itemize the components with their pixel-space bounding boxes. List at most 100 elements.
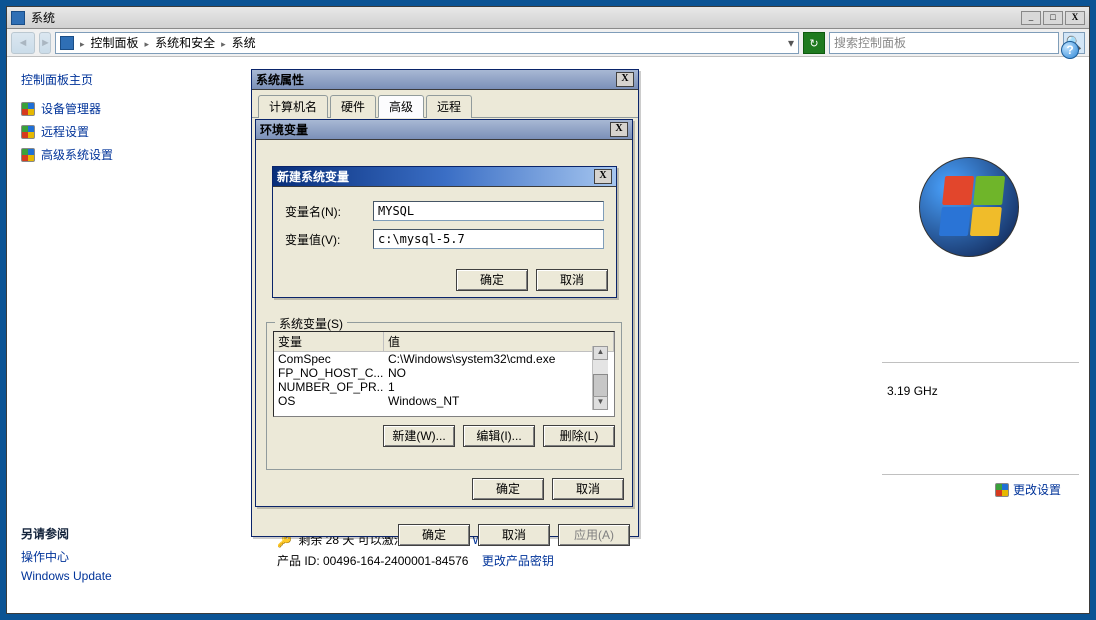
breadcrumb-root[interactable]: 控制面板 [91,34,139,51]
product-id-text: 产品 ID: 00496-164-2400001-84576 [277,554,468,568]
list-row[interactable]: NUMBER_OF_PR...1 [274,380,614,394]
search-placeholder: 搜索控制面板 [834,34,1054,51]
maximize-button[interactable]: □ [1043,11,1063,25]
var-name: OS [274,394,384,408]
env-vars-close-button[interactable]: X [610,122,628,137]
newvar-body: 变量名(N): 变量值(V): [273,187,616,263]
list-row[interactable]: FP_NO_HOST_C...NO [274,366,614,380]
env-vars-titlebar[interactable]: 环境变量 X [256,120,632,140]
shield-icon [21,102,35,116]
col-variable[interactable]: 变量 [274,332,384,351]
change-settings-label: 更改设置 [1013,481,1061,498]
titlebar[interactable]: 系统 _ □ X [7,7,1089,29]
back-button[interactable]: ◄ [11,32,35,54]
sysvar-new-button[interactable]: 新建(W)... [383,425,455,447]
variable-value-row: 变量值(V): [285,229,604,249]
breadcrumb-sep [143,36,152,50]
remote-settings-link[interactable]: 远程设置 [21,123,213,140]
new-system-variable-dialog: 新建系统变量 X 变量名(N): 变量值(V): 确定 取消 [272,166,617,298]
window-controls: _ □ X [1019,11,1085,25]
sysvar-edit-button[interactable]: 编辑(I)... [463,425,535,447]
list-row[interactable]: ComSpecC:\Windows\system32\cmd.exe [274,352,614,366]
variable-name-input[interactable] [373,201,604,221]
shield-icon [21,148,35,162]
newvar-close-button[interactable]: X [594,169,612,184]
variable-value-label: 变量值(V): [285,231,365,248]
forward-button[interactable]: ► [39,32,51,54]
shield-icon [21,125,35,139]
sysprops-cancel-button[interactable]: 取消 [478,524,550,546]
tab-computer-name[interactable]: 计算机名 [258,95,328,118]
shield-icon [995,483,1009,497]
system-variables-list[interactable]: 变量 值 ComSpecC:\Windows\system32\cmd.exe … [273,331,615,417]
tab-advanced[interactable]: 高级 [378,95,424,118]
var-value: C:\Windows\system32\cmd.exe [384,352,614,366]
system-properties-tabs: 计算机名 硬件 高级 远程 [252,90,638,118]
windows-brand-area [869,147,1069,257]
see-also-panel: 另请参阅 操作中心 Windows Update [21,525,112,587]
env-ok-button[interactable]: 确定 [472,478,544,500]
sysprops-apply-button[interactable]: 应用(A) [558,524,630,546]
change-product-key-link[interactable]: 更改产品密钥 [482,554,554,568]
sysvar-delete-button[interactable]: 删除(L) [543,425,615,447]
advanced-system-settings-label: 高级系统设置 [41,146,113,163]
windows-logo [919,157,1019,257]
var-value: NO [384,366,614,380]
search-input[interactable]: 搜索控制面板 [829,32,1059,54]
system-window: 系统 _ □ X ◄ ► 控制面板 系统和安全 系统 ▾ ↻ 搜索控制面板 🔍 … [6,6,1090,614]
col-value[interactable]: 值 [384,332,614,351]
var-value: 1 [384,380,614,394]
newvar-titlebar[interactable]: 新建系统变量 X [273,167,616,187]
list-header: 变量 值 [274,332,614,352]
location-icon [60,36,74,50]
list-row[interactable]: OSWindows_NT [274,394,614,408]
breadcrumb-sep [78,36,87,50]
env-cancel-button[interactable]: 取消 [552,478,624,500]
close-button[interactable]: X [1065,11,1085,25]
separator [882,474,1079,475]
system-variables-legend: 系统变量(S) [275,315,347,332]
cpu-freq-value: 3.19 GHz [887,384,938,398]
advanced-system-settings-link[interactable]: 高级系统设置 [21,146,213,163]
env-vars-title: 环境变量 [260,121,610,138]
breadcrumb-sep [219,36,228,50]
window-title: 系统 [31,9,1019,26]
see-also-heading: 另请参阅 [21,525,112,542]
system-properties-title: 系统属性 [256,71,616,88]
breadcrumb-field[interactable]: 控制面板 系统和安全 系统 ▾ [55,32,799,54]
newvar-buttons: 确定 取消 [273,263,616,297]
device-manager-label: 设备管理器 [41,100,101,117]
address-dropdown-icon[interactable]: ▾ [788,36,794,50]
system-properties-titlebar[interactable]: 系统属性 X [252,70,638,90]
action-center-link[interactable]: 操作中心 [21,548,112,565]
system-variables-group: 系统变量(S) 变量 值 ComSpecC:\Windows\system32\… [266,322,622,470]
activation-line2: 产品 ID: 00496-164-2400001-84576 更改产品密钥 [277,552,554,569]
variable-name-row: 变量名(N): [285,201,604,221]
change-settings-link[interactable]: 更改设置 [995,481,1061,498]
control-panel-home-link[interactable]: 控制面板主页 [21,71,213,88]
windows-update-link[interactable]: Windows Update [21,569,112,583]
variable-name-label: 变量名(N): [285,203,365,220]
var-name: NUMBER_OF_PR... [274,380,384,394]
device-manager-link[interactable]: 设备管理器 [21,100,213,117]
minimize-button[interactable]: _ [1021,11,1041,25]
var-name: ComSpec [274,352,384,366]
sysprops-ok-button[interactable]: 确定 [398,524,470,546]
tab-remote[interactable]: 远程 [426,95,472,118]
refresh-button[interactable]: ↻ [803,32,825,54]
remote-settings-label: 远程设置 [41,123,89,140]
app-icon [11,11,25,25]
address-bar: ◄ ► 控制面板 系统和安全 系统 ▾ ↻ 搜索控制面板 🔍 [7,29,1089,57]
variable-value-input[interactable] [373,229,604,249]
env-vars-buttons: 确定 取消 [256,472,632,506]
newvar-cancel-button[interactable]: 取消 [536,269,608,291]
system-properties-close-button[interactable]: X [616,72,634,87]
newvar-ok-button[interactable]: 确定 [456,269,528,291]
tab-hardware[interactable]: 硬件 [330,95,376,118]
newvar-title: 新建系统变量 [277,168,594,185]
breadcrumb-mid[interactable]: 系统和安全 [155,34,215,51]
scrollbar[interactable]: ▲▼ [592,346,608,410]
var-value: Windows_NT [384,394,614,408]
system-properties-buttons: 确定 取消 应用(A) [252,518,638,552]
breadcrumb-leaf[interactable]: 系统 [232,34,256,51]
